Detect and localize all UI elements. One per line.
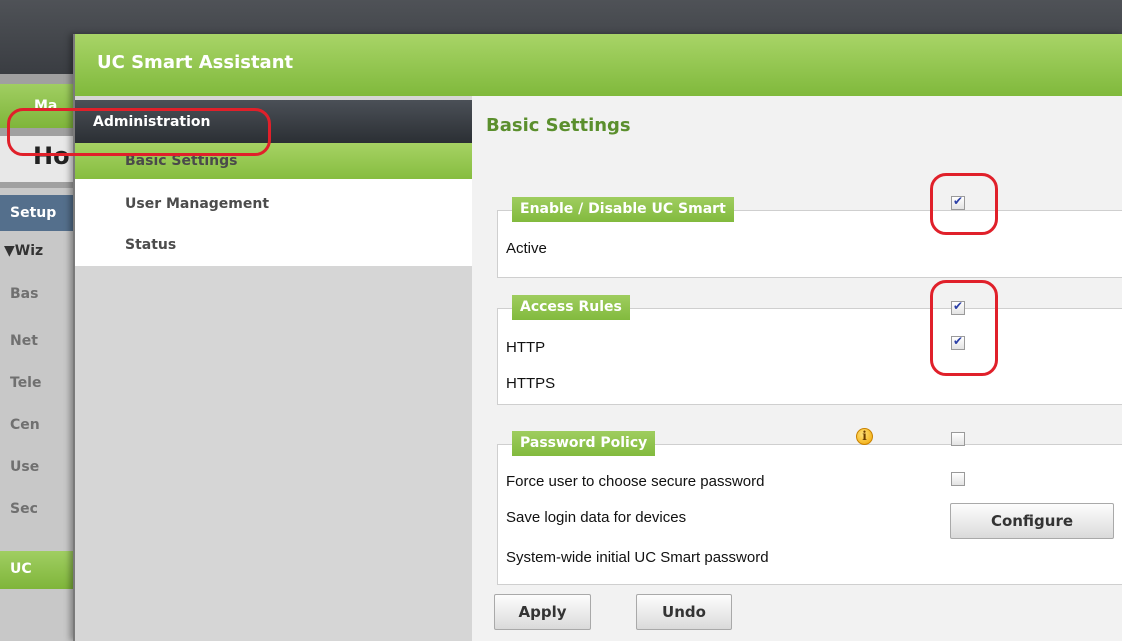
background-sidebar-item[interactable]: Cen xyxy=(0,407,80,443)
undo-button[interactable]: Undo xyxy=(636,594,732,630)
admin-nav-panel: Administration Basic Settings User Manag… xyxy=(75,96,472,641)
force-secure-password-label: Force user to choose secure password xyxy=(506,473,765,490)
group-title: Access Rules xyxy=(512,295,630,320)
force-secure-password-checkbox[interactable] xyxy=(951,432,965,446)
background-sidebar-item[interactable]: Tele xyxy=(0,365,80,401)
nav-item-status[interactable]: Status xyxy=(75,227,472,263)
background-tab[interactable]: Ma xyxy=(0,84,80,128)
http-checkbox[interactable] xyxy=(951,299,965,315)
background-sidebar-item[interactable]: Sec xyxy=(0,491,80,527)
info-icon[interactable]: i xyxy=(856,428,873,445)
save-login-data-checkbox[interactable] xyxy=(951,472,965,486)
group-title: Enable / Disable UC Smart xyxy=(512,197,734,222)
enable-disable-group: Enable / Disable UC Smart Active xyxy=(497,197,1122,278)
https-label: HTTPS xyxy=(506,375,556,392)
nav-list: Basic Settings User Management Status xyxy=(75,143,472,266)
content-panel: Basic Settings Enable / Disable UC Smart… xyxy=(472,96,1122,641)
nav-header-label: Administration xyxy=(93,114,211,130)
initial-password-label: System-wide initial UC Smart password xyxy=(506,549,769,566)
group-title: Password Policy xyxy=(512,431,656,456)
http-label: HTTP xyxy=(506,339,546,356)
background-home-title: Ho xyxy=(33,142,70,170)
dialog-title: UC Smart Assistant xyxy=(97,52,294,73)
access-rules-group: Access Rules HTTP HTTPS xyxy=(497,295,1122,405)
background-sidebar-item[interactable]: Bas xyxy=(0,276,80,312)
apply-button[interactable]: Apply xyxy=(494,594,591,630)
background-setup-header[interactable]: Setup xyxy=(0,195,80,231)
save-login-data-label: Save login data for devices xyxy=(506,509,687,526)
configure-button[interactable]: Configure xyxy=(950,503,1114,539)
nav-item-user-management[interactable]: User Management xyxy=(75,186,472,222)
background-sidebar-item[interactable]: Net xyxy=(0,323,80,359)
background-sidebar-item[interactable]: Use xyxy=(0,449,80,485)
dialog-title-bar: UC Smart Assistant xyxy=(75,34,1122,96)
active-checkbox[interactable] xyxy=(951,194,965,210)
background-wizard-item[interactable]: ▼Wiz xyxy=(0,233,80,269)
nav-header: Administration xyxy=(75,100,472,143)
page-title: Basic Settings xyxy=(486,115,631,136)
nav-item-basic-settings[interactable]: Basic Settings xyxy=(75,143,472,179)
background-sidebar-item-active[interactable]: UC xyxy=(0,551,80,589)
active-label: Active xyxy=(506,240,547,257)
https-checkbox[interactable] xyxy=(951,334,965,350)
